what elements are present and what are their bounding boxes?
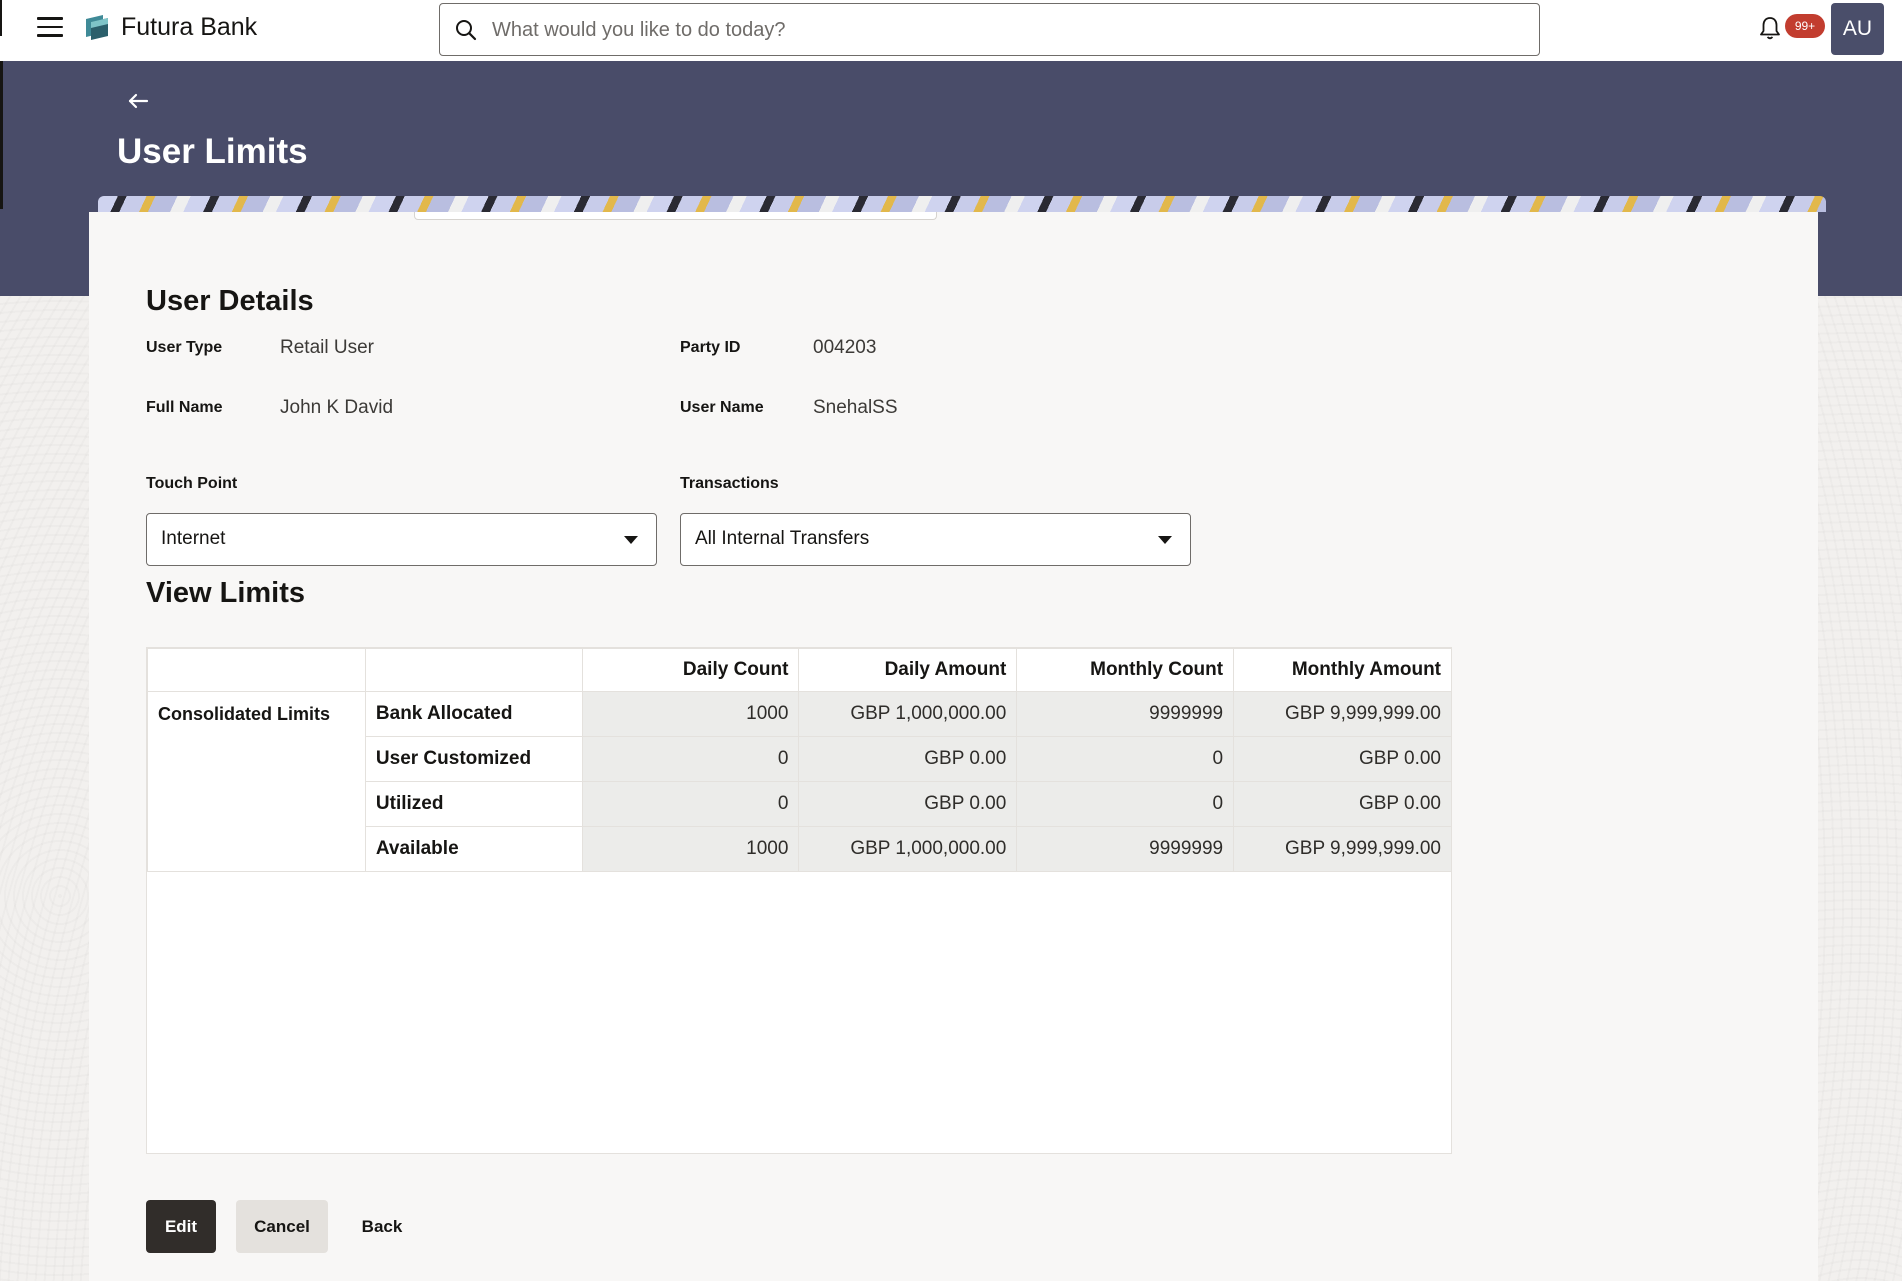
monthly-amount-cell: GBP 9,999,999.00 bbox=[1233, 826, 1452, 872]
search-input[interactable] bbox=[492, 16, 1522, 44]
column-header-daily-count: Daily Count bbox=[581, 648, 800, 692]
daily-count-cell: 1000 bbox=[581, 826, 800, 872]
touch-point-selected: Internet bbox=[161, 528, 226, 549]
chevron-down-icon bbox=[624, 536, 638, 544]
window-edge bbox=[0, 0, 2, 36]
column-header-daily-amount: Daily Amount bbox=[798, 648, 1018, 692]
monthly-count-cell: 0 bbox=[1016, 736, 1235, 782]
chevron-down-icon bbox=[1158, 536, 1172, 544]
transactions-label: Transactions bbox=[680, 475, 779, 492]
menu-icon[interactable] bbox=[37, 17, 63, 39]
search-bar[interactable] bbox=[439, 3, 1540, 56]
monthly-amount-cell: GBP 0.00 bbox=[1233, 781, 1452, 827]
full-name-label: Full Name bbox=[146, 399, 223, 416]
user-name-label: User Name bbox=[680, 399, 764, 416]
touch-point-label: Touch Point bbox=[146, 475, 238, 492]
top-header: Futura Bank 99+ AU bbox=[0, 0, 1902, 61]
transactions-selected: All Internal Transfers bbox=[695, 528, 870, 549]
party-id-value: 004203 bbox=[813, 337, 877, 358]
row-label: User Customized bbox=[364, 736, 583, 782]
group-label-consolidated-limits: Consolidated Limits bbox=[147, 691, 366, 872]
daily-amount-cell: GBP 0.00 bbox=[798, 781, 1018, 827]
main-card: User Details User Type Retail User Party… bbox=[89, 212, 1818, 1281]
row-label: Utilized bbox=[364, 781, 583, 827]
full-name-value: John K David bbox=[280, 397, 394, 418]
table-header-row: Daily Count Daily Amount Monthly Count M… bbox=[147, 648, 1452, 692]
row-label: Bank Allocated bbox=[364, 691, 583, 737]
user-details-heading: User Details bbox=[146, 285, 314, 317]
daily-amount-cell: GBP 1,000,000.00 bbox=[798, 691, 1018, 737]
touch-point-select[interactable]: Internet bbox=[146, 513, 657, 566]
column-header-monthly-count: Monthly Count bbox=[1016, 648, 1235, 692]
notification-badge: 99+ bbox=[1785, 14, 1825, 38]
user-type-value: Retail User bbox=[280, 337, 374, 358]
page-title: User Limits bbox=[117, 132, 308, 171]
monthly-count-cell: 9999999 bbox=[1016, 691, 1235, 737]
banner-decoration bbox=[98, 196, 1826, 212]
banner-left-strip bbox=[0, 61, 3, 209]
table-header-blank bbox=[364, 648, 583, 692]
daily-amount-cell: GBP 0.00 bbox=[798, 736, 1018, 782]
transactions-select[interactable]: All Internal Transfers bbox=[680, 513, 1191, 566]
edit-button[interactable]: Edit bbox=[146, 1200, 216, 1253]
search-icon bbox=[456, 20, 477, 41]
table-header-blank bbox=[147, 648, 366, 692]
monthly-amount-cell: GBP 0.00 bbox=[1233, 736, 1452, 782]
back-button[interactable]: Back bbox=[343, 1200, 421, 1253]
monthly-count-cell: 0 bbox=[1016, 781, 1235, 827]
bank-logo-icon bbox=[86, 15, 108, 40]
view-limits-heading: View Limits bbox=[146, 577, 306, 609]
back-arrow-icon[interactable] bbox=[126, 89, 150, 113]
daily-amount-cell: GBP 1,000,000.00 bbox=[798, 826, 1018, 872]
cancel-button[interactable]: Cancel bbox=[236, 1200, 328, 1253]
party-id-label: Party ID bbox=[680, 339, 741, 356]
notification-bell-icon[interactable] bbox=[1758, 15, 1782, 41]
limits-table: Daily Count Daily Amount Monthly Count M… bbox=[146, 647, 1452, 1154]
daily-count-cell: 0 bbox=[581, 736, 800, 782]
card-tab-outline bbox=[414, 212, 937, 220]
monthly-amount-cell: GBP 9,999,999.00 bbox=[1233, 691, 1452, 737]
brand-name[interactable]: Futura Bank bbox=[121, 13, 257, 42]
table-row: Consolidated Limits Bank Allocated 1000 … bbox=[147, 691, 1452, 872]
user-avatar[interactable]: AU bbox=[1831, 3, 1884, 55]
user-name-value: SnehalSS bbox=[813, 397, 898, 418]
monthly-count-cell: 9999999 bbox=[1016, 826, 1235, 872]
user-type-label: User Type bbox=[146, 339, 223, 356]
column-header-monthly-amount: Monthly Amount bbox=[1233, 648, 1452, 692]
daily-count-cell: 0 bbox=[581, 781, 800, 827]
daily-count-cell: 1000 bbox=[581, 691, 800, 737]
row-label: Available bbox=[364, 826, 583, 872]
